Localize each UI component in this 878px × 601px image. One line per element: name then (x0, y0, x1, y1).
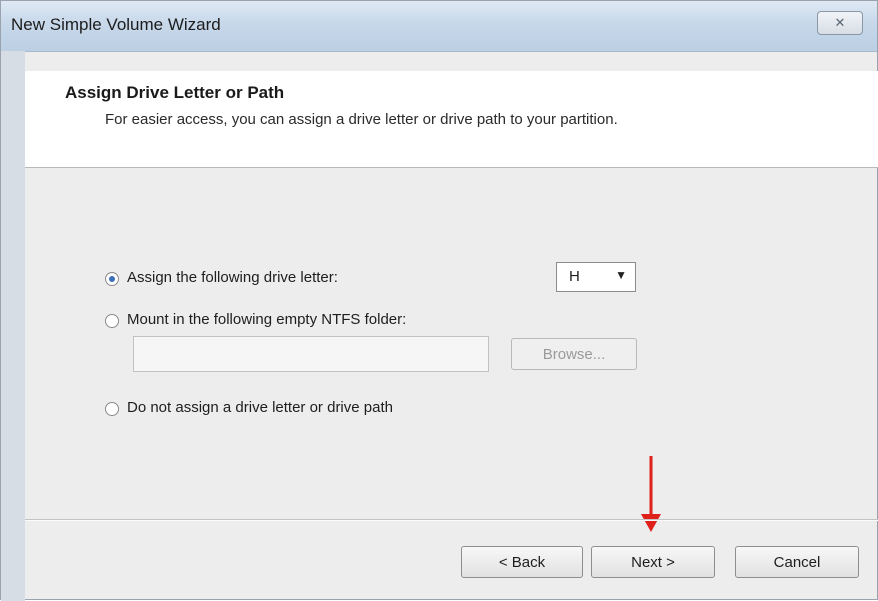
page-title: Assign Drive Letter or Path (65, 83, 285, 102)
cancel-button[interactable]: Cancel (735, 546, 859, 578)
wizard-window: New Simple Volume Wizard ✕ Assign Drive … (0, 0, 878, 601)
drive-letter-select[interactable]: H ▼ (556, 262, 636, 292)
radio-mount-folder[interactable] (105, 314, 119, 328)
drive-letter-value: H (569, 268, 580, 285)
window-title: New Simple Volume Wizard (11, 15, 221, 34)
close-icon: ✕ (834, 15, 846, 30)
next-button[interactable]: Next > (591, 546, 715, 578)
radio-assign-drive-letter[interactable] (105, 272, 119, 286)
chevron-down-icon: ▼ (615, 268, 627, 282)
left-border-strip (1, 51, 25, 601)
title-bar: New Simple Volume Wizard ✕ (1, 1, 877, 52)
page-subtitle: For easier access, you can assign a driv… (105, 111, 618, 128)
no-assign-label[interactable]: Do not assign a drive letter or drive pa… (127, 399, 393, 416)
radio-no-assign[interactable] (105, 402, 119, 416)
folder-path-input[interactable] (133, 336, 489, 372)
browse-button[interactable]: Browse... (511, 338, 637, 370)
close-button[interactable]: ✕ (817, 11, 863, 35)
red-arrow-annotation (641, 456, 661, 532)
footer-separator-highlight (25, 520, 878, 521)
back-button[interactable]: < Back (461, 546, 583, 578)
wizard-header: Assign Drive Letter or Path For easier a… (25, 71, 878, 168)
assign-drive-letter-label[interactable]: Assign the following drive letter: (127, 269, 338, 286)
mount-folder-label[interactable]: Mount in the following empty NTFS folder… (127, 311, 406, 328)
